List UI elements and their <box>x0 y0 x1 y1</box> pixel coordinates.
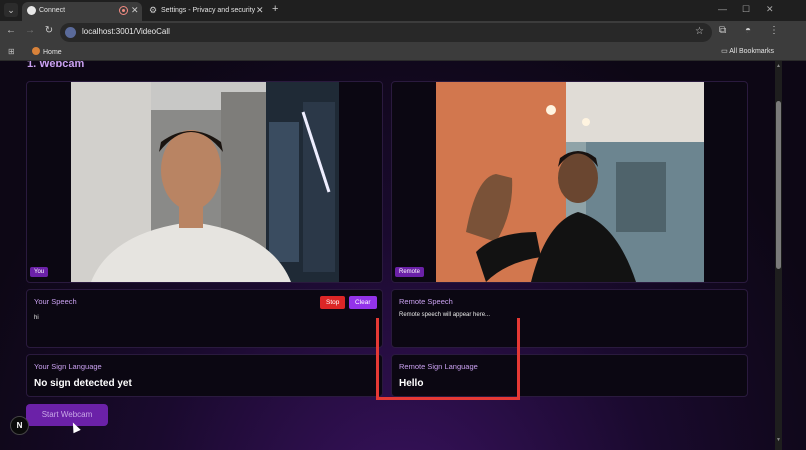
gear-icon: ⚙ <box>149 5 158 15</box>
profile-avatar-icon[interactable]: ◓ <box>745 25 751 36</box>
start-webcam-button[interactable]: Start Webcam <box>26 404 108 426</box>
extensions-icon[interactable]: ⧉ <box>719 25 726 36</box>
stop-button[interactable]: Stop <box>320 296 346 309</box>
section-heading: 1. Webcam <box>27 61 85 70</box>
bookmark-home-label: Home <box>43 49 62 56</box>
all-bookmarks[interactable]: ▭ All Bookmarks <box>721 47 774 55</box>
remote-speech-title: Remote Speech <box>399 297 453 306</box>
nextjs-dev-icon[interactable]: N <box>10 416 29 435</box>
remote-video-badge: Remote <box>395 267 425 277</box>
maximize-icon[interactable]: ☐ <box>742 4 750 15</box>
minimize-icon[interactable]: — <box>718 4 727 14</box>
browser-tab-strip: ⌄ Connect ✕ ⚙ Settings - Privacy and sec… <box>0 0 806 21</box>
recording-icon <box>119 6 128 15</box>
scrollbar-thumb[interactable] <box>776 101 781 269</box>
back-icon[interactable]: ← <box>4 25 18 36</box>
new-tab-icon[interactable]: + <box>272 3 278 15</box>
all-bookmarks-label: All Bookmarks <box>729 48 774 55</box>
tab-connect[interactable]: Connect ✕ <box>22 2 142 21</box>
site-info-icon[interactable] <box>65 27 76 38</box>
page-viewport: 1. Webcam You Remote Your Speech Stop Cl… <box>0 61 806 450</box>
remote-video-card: Remote <box>391 81 748 283</box>
menu-icon[interactable]: ⋮ <box>769 25 779 36</box>
tab-label: Settings - Privacy and security <box>161 7 256 14</box>
close-tab-icon[interactable]: ✕ <box>256 2 264 19</box>
local-video-badge: You <box>30 267 49 277</box>
scroll-up-icon[interactable]: ▲ <box>776 63 781 69</box>
local-video-card: You <box>26 81 383 283</box>
home-favicon-icon <box>32 47 40 55</box>
local-video-feed <box>71 82 339 282</box>
url-text: localhost:3001/VideoCall <box>82 27 170 36</box>
remote-video-feed <box>436 82 704 282</box>
your-sign-value: No sign detected yet <box>34 378 132 389</box>
apps-grid-icon[interactable]: ⊞ <box>8 47 15 56</box>
bookmark-star-icon[interactable]: ☆ <box>695 26 704 37</box>
your-sign-card: Your Sign Language No sign detected yet <box>26 354 383 397</box>
forward-icon[interactable]: → <box>23 25 37 36</box>
window-close-icon[interactable]: ✕ <box>766 4 774 15</box>
tab-settings[interactable]: ⚙ Settings - Privacy and security ✕ <box>144 2 268 21</box>
close-tab-icon[interactable]: ✕ <box>131 2 139 19</box>
bookmark-home[interactable]: Home <box>32 47 62 56</box>
bookmarks-bar: ⊞ Home ▭ All Bookmarks <box>0 44 806 61</box>
connect-favicon-icon <box>27 6 36 15</box>
reload-icon[interactable]: ↻ <box>42 25 56 36</box>
address-bar[interactable]: localhost:3001/VideoCall ☆ <box>60 23 712 42</box>
tab-label: Connect <box>39 7 66 14</box>
your-speech-text: hi <box>34 315 39 321</box>
scroll-down-icon[interactable]: ▼ <box>776 437 781 443</box>
remote-speech-text: Remote speech will appear here... <box>399 312 491 318</box>
tab-search-icon[interactable]: ⌄ <box>4 3 18 17</box>
clear-button[interactable]: Clear <box>349 296 377 309</box>
your-sign-title: Your Sign Language <box>34 362 102 371</box>
browser-toolbar: ← → ↻ localhost:3001/VideoCall ☆ ⧉ ◓ ⋮ <box>0 21 806 44</box>
your-speech-card: Your Speech Stop Clear hi <box>26 289 383 348</box>
your-speech-title: Your Speech <box>34 297 77 306</box>
highlight-annotation <box>376 318 520 400</box>
